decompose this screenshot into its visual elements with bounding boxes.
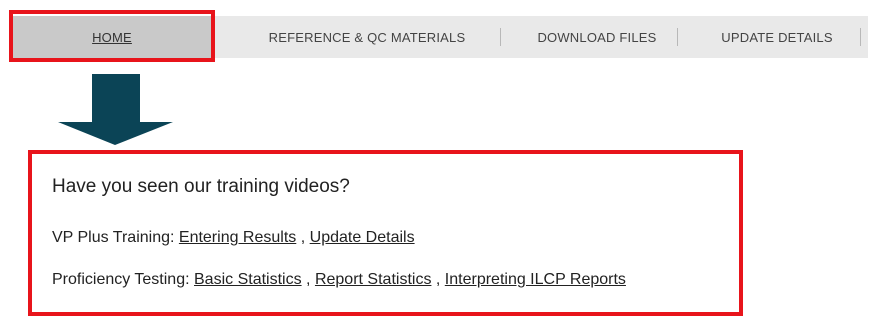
entering-results-link[interactable]: Entering Results (179, 229, 296, 246)
nav-divider (860, 28, 861, 46)
proficiency-testing-label: Proficiency Testing: (52, 271, 190, 288)
report-statistics-link[interactable]: Report Statistics (315, 271, 431, 288)
link-separator: , (435, 271, 441, 288)
nav-divider (677, 28, 678, 46)
nav-reference-qc-materials[interactable]: REFERENCE & QC MATERIALS (232, 16, 502, 58)
nav-download-files[interactable]: DOWNLOAD FILES (512, 16, 682, 58)
link-separator: , (306, 271, 311, 288)
link-separator: , (300, 229, 306, 246)
panel-heading: Have you seen our training videos? (52, 176, 350, 197)
nav-home[interactable]: HOME (12, 16, 212, 58)
update-details-link[interactable]: Update Details (310, 229, 415, 246)
nav-update-details[interactable]: UPDATE DETAILS (692, 16, 862, 58)
top-navigation-bar: HOME REFERENCE & QC MATERIALS DOWNLOAD F… (12, 16, 868, 58)
vp-plus-training-label: VP Plus Training: (52, 229, 175, 246)
nav-divider (500, 28, 501, 46)
vp-plus-training-line: VP Plus Training: Entering Results , Upd… (52, 229, 415, 247)
proficiency-testing-line: Proficiency Testing: Basic Statistics , … (52, 271, 626, 289)
interpreting-ilcp-reports-link[interactable]: Interpreting ILCP Reports (445, 271, 626, 288)
training-videos-panel: Have you seen our training videos? VP Pl… (28, 150, 743, 316)
basic-statistics-link[interactable]: Basic Statistics (194, 271, 302, 288)
